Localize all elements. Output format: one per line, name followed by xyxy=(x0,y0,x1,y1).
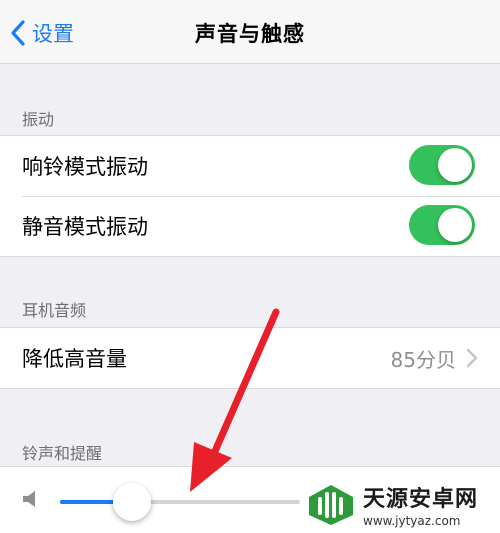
watermark: 天源安卓网 www.jytyaz.com xyxy=(305,475,500,533)
page-title: 声音与触感 xyxy=(195,22,305,46)
detail-value: 85分贝 xyxy=(390,347,456,372)
volume-slider-thumb[interactable] xyxy=(113,483,151,521)
section-header-headphone-audio: 耳机音频 xyxy=(22,301,87,320)
row-label: 静音模式振动 xyxy=(22,215,148,239)
red-arrow xyxy=(190,308,280,492)
ring-mode-vibrate-row: 响铃模式振动 xyxy=(0,136,500,196)
navigation-bar: 设置 声音与触感 xyxy=(0,0,500,64)
chevron-right-icon xyxy=(466,348,478,368)
speaker-icon xyxy=(23,491,35,507)
silent-mode-vibrate-row: 静音模式振动 xyxy=(0,196,500,256)
watermark-url: www.jytyaz.com xyxy=(363,513,461,528)
section-header-ringer-alerts: 铃声和提醒 xyxy=(22,444,103,463)
toggle-knob xyxy=(438,208,472,242)
row-label: 响铃模式振动 xyxy=(22,155,148,179)
vibration-group: 响铃模式振动 静音模式振动 xyxy=(0,135,500,257)
watermark-logo xyxy=(309,485,353,525)
watermark-name: 天源安卓网 xyxy=(363,486,479,512)
silent-mode-vibrate-toggle[interactable] xyxy=(409,205,475,245)
section-header-vibration: 振动 xyxy=(22,110,55,129)
watermark-text: 天源安卓网 www.jytyaz.com xyxy=(363,481,478,528)
row-detail: 85分贝 xyxy=(391,328,478,388)
row-label: 降低高音量 xyxy=(22,347,127,371)
toggle-knob xyxy=(438,148,472,182)
ring-mode-vibrate-toggle[interactable] xyxy=(409,145,475,185)
